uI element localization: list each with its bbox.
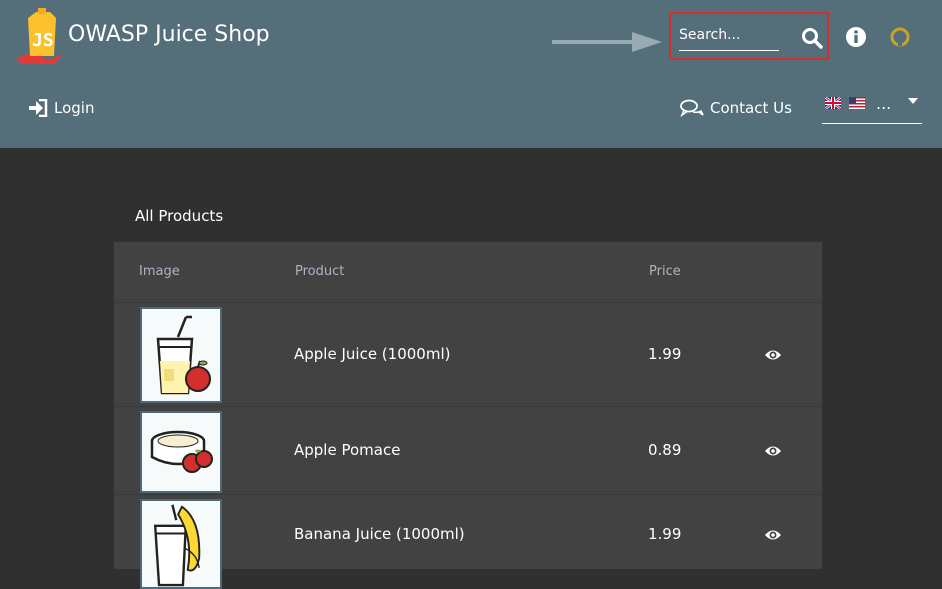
product-name: Apple Juice (1000ml) — [294, 345, 451, 363]
table-row[interactable]: Apple Pomace 0.89 — [114, 406, 822, 495]
language-value: ... — [876, 94, 892, 113]
uk-flag-icon — [825, 97, 841, 109]
table-row[interactable]: Banana Juice (1000ml) 1.99 — [114, 494, 822, 589]
login-label: Login — [54, 99, 95, 117]
contact-us-label: Contact Us — [710, 99, 792, 117]
us-flag-icon — [849, 97, 865, 109]
eye-icon[interactable] — [764, 444, 782, 458]
product-price: 0.89 — [648, 441, 682, 459]
page-title: All Products — [135, 207, 224, 225]
arrow-icon — [552, 32, 662, 52]
svg-text:JS: JS — [32, 30, 54, 51]
product-price: 1.99 — [648, 525, 682, 543]
contact-us-button[interactable]: Contact Us — [680, 96, 792, 120]
search-input[interactable] — [679, 22, 779, 51]
banana-juice-image — [140, 499, 222, 589]
top-toolbar: JS OWASP Juice Shop Login — [0, 0, 942, 148]
table-row[interactable]: Apple Juice (1000ml) 1.99 — [114, 302, 822, 407]
column-header-image[interactable]: Image — [139, 264, 180, 279]
column-header-price[interactable]: Price — [649, 264, 681, 279]
eye-icon[interactable] — [764, 348, 782, 362]
info-icon[interactable] — [845, 26, 867, 48]
product-name: Apple Pomace — [294, 441, 401, 459]
apple-juice-image — [140, 307, 222, 403]
juice-shop-logo[interactable]: JS — [14, 8, 66, 64]
product-price: 1.99 — [648, 345, 682, 363]
eye-icon[interactable] — [764, 528, 782, 542]
github-icon[interactable] — [889, 26, 911, 48]
caret-down-icon — [908, 98, 918, 104]
search-highlight-box — [669, 12, 829, 60]
column-header-product[interactable]: Product — [295, 264, 344, 279]
product-table: Image Product Price Apple Juice (1000ml)… — [114, 242, 822, 589]
comments-icon — [680, 99, 704, 117]
apple-pomace-image — [140, 411, 222, 493]
login-button[interactable]: Login — [28, 96, 94, 120]
product-name: Banana Juice (1000ml) — [294, 525, 465, 543]
search-icon[interactable] — [801, 27, 823, 49]
sign-in-icon — [29, 99, 48, 117]
app-title[interactable]: OWASP Juice Shop — [68, 22, 270, 47]
language-select[interactable]: ... — [822, 94, 922, 124]
